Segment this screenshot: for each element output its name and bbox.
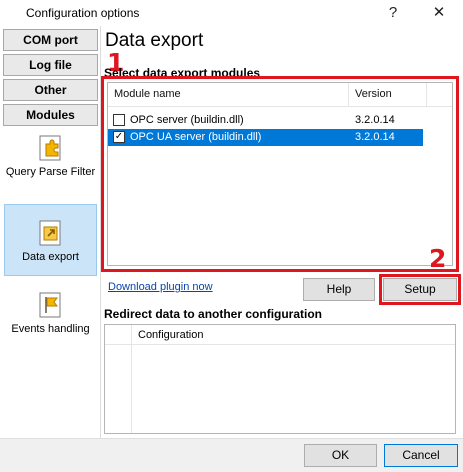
title-bar: Configuration options ? ✕ (0, 0, 463, 26)
modules-list-highlight: Module name Version OPC server (buildin.… (101, 76, 459, 272)
ok-button[interactable]: OK (304, 444, 377, 467)
help-icon[interactable]: ? (382, 3, 404, 23)
category-modules-button[interactable]: Modules (3, 104, 98, 126)
column-configuration[interactable]: Configuration (138, 329, 203, 341)
module-name: OPC UA server (buildin.dll) (130, 131, 262, 143)
module-name: OPC server (buildin.dll) (130, 114, 244, 126)
window-title: Configuration options (26, 6, 140, 20)
setup-button[interactable]: Setup (383, 278, 457, 301)
category-log-file-button[interactable]: Log file (3, 54, 98, 76)
category-other-button[interactable]: Other (3, 79, 98, 101)
column-separator (426, 83, 427, 107)
puzzle-icon (39, 135, 60, 161)
module-version: 3.2.0.14 (355, 114, 395, 126)
dialog-footer: OK Cancel (0, 438, 463, 472)
module-version: 3.2.0.14 (355, 131, 395, 143)
export-icon (39, 220, 60, 246)
category-com-port-button[interactable]: COM port (3, 29, 98, 51)
main-panel: Data export 1 Select data export modules… (101, 26, 463, 438)
configuration-list[interactable]: Configuration (104, 324, 456, 434)
module-query-parse-filter[interactable]: Query Parse Filter (4, 134, 97, 196)
list-header: Module name Version (108, 83, 452, 107)
annotation-marker-2: 2 (429, 244, 447, 273)
column-module-name[interactable]: Module name (114, 88, 181, 100)
column-version[interactable]: Version (355, 88, 392, 100)
module-data-export[interactable]: Data export (4, 204, 97, 276)
module-checkbox[interactable]: ✓ (113, 131, 125, 143)
column-separator (348, 83, 349, 107)
list-item[interactable]: ✓ OPC UA server (buildin.dll) 3.2.0.14 (108, 129, 423, 146)
cancel-button[interactable]: Cancel (384, 444, 458, 467)
sidebar: COM port Log file Other Modules Query Pa… (0, 26, 101, 438)
modules-list[interactable]: Module name Version OPC server (buildin.… (107, 82, 453, 266)
close-icon[interactable]: ✕ (428, 3, 450, 23)
module-checkbox[interactable] (113, 114, 125, 126)
flag-icon (39, 292, 60, 318)
list-item[interactable]: OPC server (buildin.dll) 3.2.0.14 (108, 112, 423, 129)
redirect-heading: Redirect data to another configuration (104, 307, 323, 321)
download-plugin-link[interactable]: Download plugin now (108, 281, 213, 293)
module-label: Events handling (11, 323, 90, 335)
help-button[interactable]: Help (303, 278, 375, 301)
module-label: Query Parse Filter (5, 166, 96, 178)
column-separator (131, 325, 132, 433)
module-label: Data export (22, 251, 79, 263)
module-events-handling[interactable]: Events handling (4, 291, 97, 349)
